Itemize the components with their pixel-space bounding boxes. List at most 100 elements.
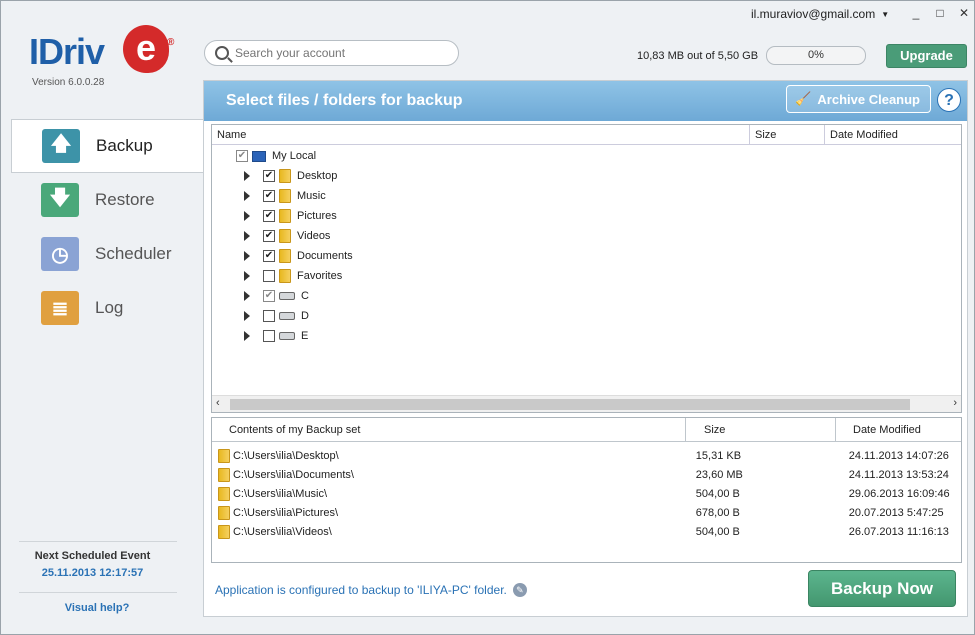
drive-icon	[279, 332, 295, 340]
tree-item[interactable]: ✔ Desktop	[244, 166, 337, 186]
tree-item[interactable]: E	[244, 326, 308, 346]
expand-arrow-icon[interactable]	[244, 331, 250, 341]
tree-item[interactable]: ✔ Pictures	[244, 206, 337, 226]
document-icon: ≣	[41, 291, 79, 325]
next-event-time[interactable]: 25.11.2013 12:17:57	[1, 567, 184, 579]
item-checkbox[interactable]	[263, 330, 275, 342]
item-checkbox[interactable]: ✔	[263, 250, 275, 262]
table-row[interactable]: C:\Users\ilia\Desktop\ 15,31 KB 24.11.20…	[218, 446, 958, 465]
root-checkbox[interactable]: ✔	[236, 150, 248, 162]
close-button[interactable]: ✕	[953, 4, 975, 22]
sidebar-item-label: Backup	[96, 136, 153, 155]
tree-item-label: Music	[297, 190, 326, 202]
column-header-contents[interactable]: Contents of my Backup set	[212, 418, 685, 442]
computer-icon	[252, 150, 266, 162]
item-checkbox[interactable]	[263, 270, 275, 282]
upgrade-button[interactable]: Upgrade	[886, 44, 967, 68]
storage-progress-bar: 0%	[766, 46, 866, 65]
backup-destination-note: Application is configured to backup to '…	[215, 583, 527, 597]
maximize-button[interactable]: □	[929, 4, 951, 22]
folder-icon	[279, 209, 291, 223]
backup-arrow-up-icon: 🡅	[42, 129, 80, 163]
restore-arrow-down-icon: 🡇	[41, 183, 79, 217]
column-header-size[interactable]: Size	[685, 418, 835, 442]
clock-icon: ◷	[41, 237, 79, 271]
table-row[interactable]: C:\Users\ilia\Videos\ 504,00 B 26.07.201…	[218, 522, 958, 541]
item-checkbox[interactable]: ✔	[263, 230, 275, 242]
help-button[interactable]: ?	[937, 88, 961, 112]
tree-item-label: Pictures	[297, 210, 337, 222]
panel-title: Select files / folders for backup	[226, 92, 463, 109]
sidebar-item-scheduler[interactable]: ◷ Scheduler	[1, 227, 203, 281]
column-header-size[interactable]: Size	[749, 125, 824, 145]
expand-arrow-icon[interactable]	[244, 311, 250, 321]
column-header-date[interactable]: Date Modified	[824, 125, 961, 145]
tree-item[interactable]: ✔ C	[244, 286, 309, 306]
column-header-name[interactable]: Name	[212, 125, 749, 145]
table-row[interactable]: C:\Users\ilia\Pictures\ 678,00 B 20.07.2…	[218, 503, 958, 522]
tree-item[interactable]: Favorites	[244, 266, 342, 286]
sidebar-item-restore[interactable]: 🡇 Restore	[1, 173, 203, 227]
cell-date: 24.11.2013 13:53:24	[848, 468, 949, 481]
search-icon	[215, 46, 229, 60]
edit-icon[interactable]: ✎	[512, 583, 527, 597]
tree-item-label: Videos	[297, 230, 331, 242]
expand-arrow-icon[interactable]	[244, 211, 250, 221]
tree-item[interactable]: ✔ Documents	[244, 246, 353, 266]
sidebar-item-label: Log	[95, 298, 124, 317]
visual-help-link[interactable]: Visual help?	[1, 602, 193, 614]
item-checkbox[interactable]: ✔	[263, 170, 275, 182]
cell-size: 15,31 KB	[695, 449, 742, 462]
account-email: il.muraviov@gmail.com	[751, 7, 876, 21]
search-input[interactable]	[235, 46, 435, 60]
item-checkbox[interactable]: ✔	[263, 290, 275, 302]
scrollbar-thumb[interactable]	[230, 399, 910, 410]
logo-text: IDriv	[29, 31, 105, 72]
tree-item-label: Desktop	[297, 170, 338, 182]
backup-set-list: Contents of my Backup set Size Date Modi…	[211, 417, 962, 563]
minimize-button[interactable]: _	[905, 4, 927, 22]
expand-arrow-icon[interactable]	[244, 171, 250, 181]
tree-item[interactable]: D	[244, 306, 309, 326]
expand-arrow-icon[interactable]	[244, 231, 250, 241]
table-row[interactable]: C:\Users\ilia\Documents\ 23,60 MB 24.11.…	[218, 465, 958, 484]
cell-path: C:\Users\ilia\Videos\	[232, 525, 332, 538]
sidebar-item-log[interactable]: ≣ Log	[1, 281, 203, 335]
expand-arrow-icon[interactable]	[244, 251, 250, 261]
column-header-date[interactable]: Date Modified	[835, 418, 961, 442]
tree-root-row[interactable]: ✔ My Local	[236, 146, 316, 166]
account-menu[interactable]: il.muraviov@gmail.com ▼	[751, 7, 889, 21]
sidebar-item-backup[interactable]: 🡅 Backup	[11, 119, 203, 173]
cell-path: C:\Users\ilia\Pictures\	[232, 506, 339, 519]
idrive-logo: IDriv e ®	[29, 25, 179, 77]
folder-icon	[218, 467, 230, 482]
expand-arrow-icon[interactable]	[244, 291, 250, 301]
expand-arrow-icon[interactable]	[244, 271, 250, 281]
cell-date: 20.07.2013 5:47:25	[848, 506, 944, 519]
expand-arrow-icon[interactable]	[244, 191, 250, 201]
scroll-left-icon[interactable]: ‹	[216, 397, 220, 409]
cell-size: 504,00 B	[695, 487, 740, 500]
horizontal-scrollbar[interactable]: ‹ ›	[212, 395, 961, 412]
tree-item[interactable]: ✔ Videos	[244, 226, 330, 246]
folder-icon	[279, 189, 291, 203]
table-row[interactable]: C:\Users\ilia\Music\ 504,00 B 29.06.2013…	[218, 484, 958, 503]
backup-now-button[interactable]: Backup Now	[808, 570, 956, 607]
item-checkbox[interactable]: ✔	[263, 190, 275, 202]
search-box[interactable]	[204, 40, 459, 66]
panel-header: Select files / folders for backup 🧹 Arch…	[204, 81, 967, 121]
archive-cleanup-button[interactable]: 🧹 Archive Cleanup	[786, 85, 931, 113]
sidebar-item-label: Restore	[95, 190, 155, 209]
scroll-right-icon[interactable]: ›	[953, 397, 957, 409]
cell-date: 26.07.2013 11:16:13	[848, 525, 949, 538]
item-checkbox[interactable]: ✔	[263, 210, 275, 222]
folder-icon	[218, 524, 230, 539]
logo-registered-mark: ®	[167, 37, 175, 48]
divider	[19, 592, 177, 593]
tree-item[interactable]: ✔ Music	[244, 186, 326, 206]
storage-quota: 10,83 MB out of 5,50 GB	[637, 50, 759, 62]
item-checkbox[interactable]	[263, 310, 275, 322]
folder-icon	[279, 269, 291, 283]
tree-item-label: Documents	[297, 250, 353, 262]
sidebar: 🡅 Backup 🡇 Restore ◷ Scheduler ≣ Log	[1, 119, 203, 335]
